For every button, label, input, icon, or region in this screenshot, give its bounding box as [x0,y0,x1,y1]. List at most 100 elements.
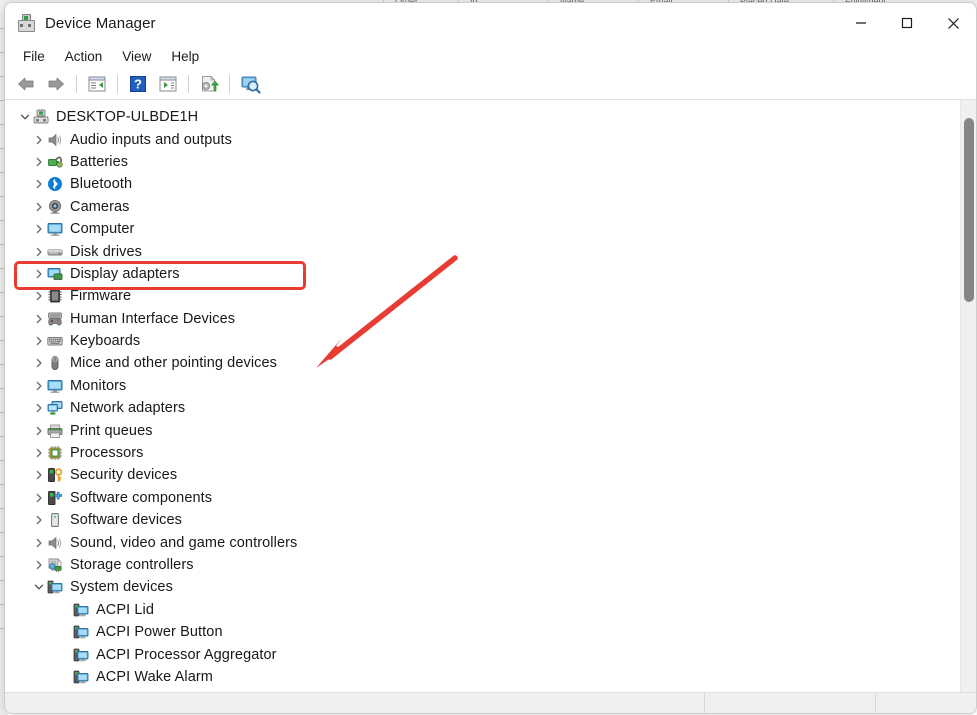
tree-item-software-components[interactable]: Software components [5,487,955,509]
toolbar-separator [117,75,118,93]
chevron-right-icon[interactable] [31,420,47,442]
tree-item-mice-and-other-pointing-devices[interactable]: Mice and other pointing devices [5,352,955,374]
tree-item-monitors[interactable]: Monitors [5,375,955,397]
keyboard-icon [47,333,63,349]
forward-arrow-icon[interactable] [41,71,71,97]
tree-item-label: ACPI Lid [96,601,155,618]
tree-item-cameras[interactable]: Cameras [5,196,955,218]
chevron-right-icon[interactable] [31,241,47,263]
tree-item-label: System devices [70,579,173,596]
software-component-icon [47,490,63,506]
device-manager-window: Device Manager File Action View Help ? D… [4,2,977,714]
tree-item-label: Display adapters [70,265,180,282]
minimize-button[interactable] [838,3,884,43]
menu-item-view[interactable]: View [112,46,161,67]
chevron-right-icon[interactable] [31,554,47,576]
tree-item-firmware[interactable]: Firmware [5,285,955,307]
status-text [5,693,704,713]
tree-item-system-devices[interactable]: System devices [5,576,955,598]
camera-icon [47,199,63,215]
tree-item-sound-video-and-game-controllers[interactable]: Sound, video and game controllers [5,531,955,553]
tree-item-label: Network adapters [70,400,186,417]
chevron-right-icon[interactable] [31,285,47,307]
toolbar-separator [76,75,77,93]
tree-item-network-adapters[interactable]: Network adapters [5,397,955,419]
chevron-right-icon[interactable] [31,532,47,554]
toolbar: ? [5,69,976,100]
tree-item-print-queues[interactable]: Print queues [5,419,955,441]
tree-item-label: Cameras [70,198,130,215]
menu-item-file[interactable]: File [13,46,55,67]
chevron-right-icon[interactable] [31,375,47,397]
maximize-button[interactable] [884,3,930,43]
chevron-right-icon[interactable] [31,218,47,240]
chevron-right-icon[interactable] [31,397,47,419]
toolbar-separator [229,75,230,93]
tree-item-label: Bluetooth [70,176,133,193]
chevron-right-icon[interactable] [31,487,47,509]
tree-item-keyboards[interactable]: Keyboards [5,330,955,352]
tree-item-label: Audio inputs and outputs [70,131,233,148]
tree-item-batteries[interactable]: Batteries [5,151,955,173]
tree-item-label: Processors [70,445,144,462]
scan-for-hardware-changes-icon[interactable] [235,71,265,97]
status-segment-2 [875,693,976,713]
tree-item-bluetooth[interactable]: Bluetooth [5,173,955,195]
chevron-down-icon[interactable] [17,106,33,128]
tree-item-audio-inputs-and-outputs[interactable]: Audio inputs and outputs [5,128,955,150]
tree-item-display-adapters[interactable]: Display adapters [5,263,955,285]
menu-item-help[interactable]: Help [161,46,209,67]
mouse-icon [47,355,63,371]
svg-text:?: ? [134,77,142,92]
chevron-right-icon[interactable] [31,263,47,285]
tree-item-security-devices[interactable]: Security devices [5,464,955,486]
chevron-right-icon[interactable] [31,308,47,330]
menu-item-action[interactable]: Action [55,46,113,67]
storage-controller-icon [47,557,63,573]
disk-drive-icon [47,244,63,260]
tree-item-label: Computer [70,221,135,238]
properties-icon[interactable] [153,71,183,97]
update-driver-icon[interactable] [194,71,224,97]
tree-item-computer[interactable]: Computer [5,218,955,240]
chevron-right-icon[interactable] [31,442,47,464]
tree-item-acpi-power-button[interactable]: ACPI Power Button [5,621,955,643]
tree-item-processors[interactable]: Processors [5,442,955,464]
tree-item-acpi-lid[interactable]: ACPI Lid [5,599,955,621]
hid-gamepad-icon [47,311,63,327]
tree-item-label: DESKTOP-ULBDE1H [56,109,199,126]
bluetooth-icon [47,176,63,192]
device-tree: DESKTOP-ULBDE1H Audio inputs and outputs B… [5,100,955,688]
tree-item-desktop-ulbde1h[interactable]: DESKTOP-ULBDE1H [5,106,955,128]
chevron-right-icon[interactable] [31,330,47,352]
chevron-right-icon[interactable] [31,151,47,173]
chevron-down-icon[interactable] [31,576,47,598]
show-hide-console-tree-icon[interactable] [82,71,112,97]
chevron-right-icon[interactable] [31,129,47,151]
tree-item-label: Software devices [70,512,183,529]
close-button[interactable] [930,3,976,43]
chevron-right-icon[interactable] [31,352,47,374]
tree-item-storage-controllers[interactable]: Storage controllers [5,554,955,576]
device-manager-icon [17,14,35,32]
tree-item-acpi-processor-aggregator[interactable]: ACPI Processor Aggregator [5,643,955,665]
tree-item-label: ACPI Wake Alarm [96,668,213,685]
tree-item-acpi-wake-alarm[interactable]: ACPI Wake Alarm [5,666,955,688]
tree-item-label: Storage controllers [70,557,194,573]
chevron-right-icon[interactable] [31,173,47,195]
tree-item-label: Mice and other pointing devices [70,355,278,372]
tree-item-human-interface-devices[interactable]: Human Interface Devices [5,308,955,330]
tree-item-label: Security devices [70,467,178,484]
chevron-right-icon[interactable] [31,196,47,218]
chevron-right-icon[interactable] [31,509,47,531]
vertical-scrollbar[interactable] [960,100,976,692]
help-icon[interactable]: ? [123,71,153,97]
chevron-right-icon[interactable] [31,464,47,486]
tree-item-label: Sound, video and game controllers [70,534,298,551]
monitor-icon [47,221,63,237]
back-arrow-icon[interactable] [11,71,41,97]
tree-item-disk-drives[interactable]: Disk drives [5,240,955,262]
tree-item-software-devices[interactable]: Software devices [5,509,955,531]
toolbar-separator [188,75,189,93]
scrollbar-thumb[interactable] [964,118,974,302]
